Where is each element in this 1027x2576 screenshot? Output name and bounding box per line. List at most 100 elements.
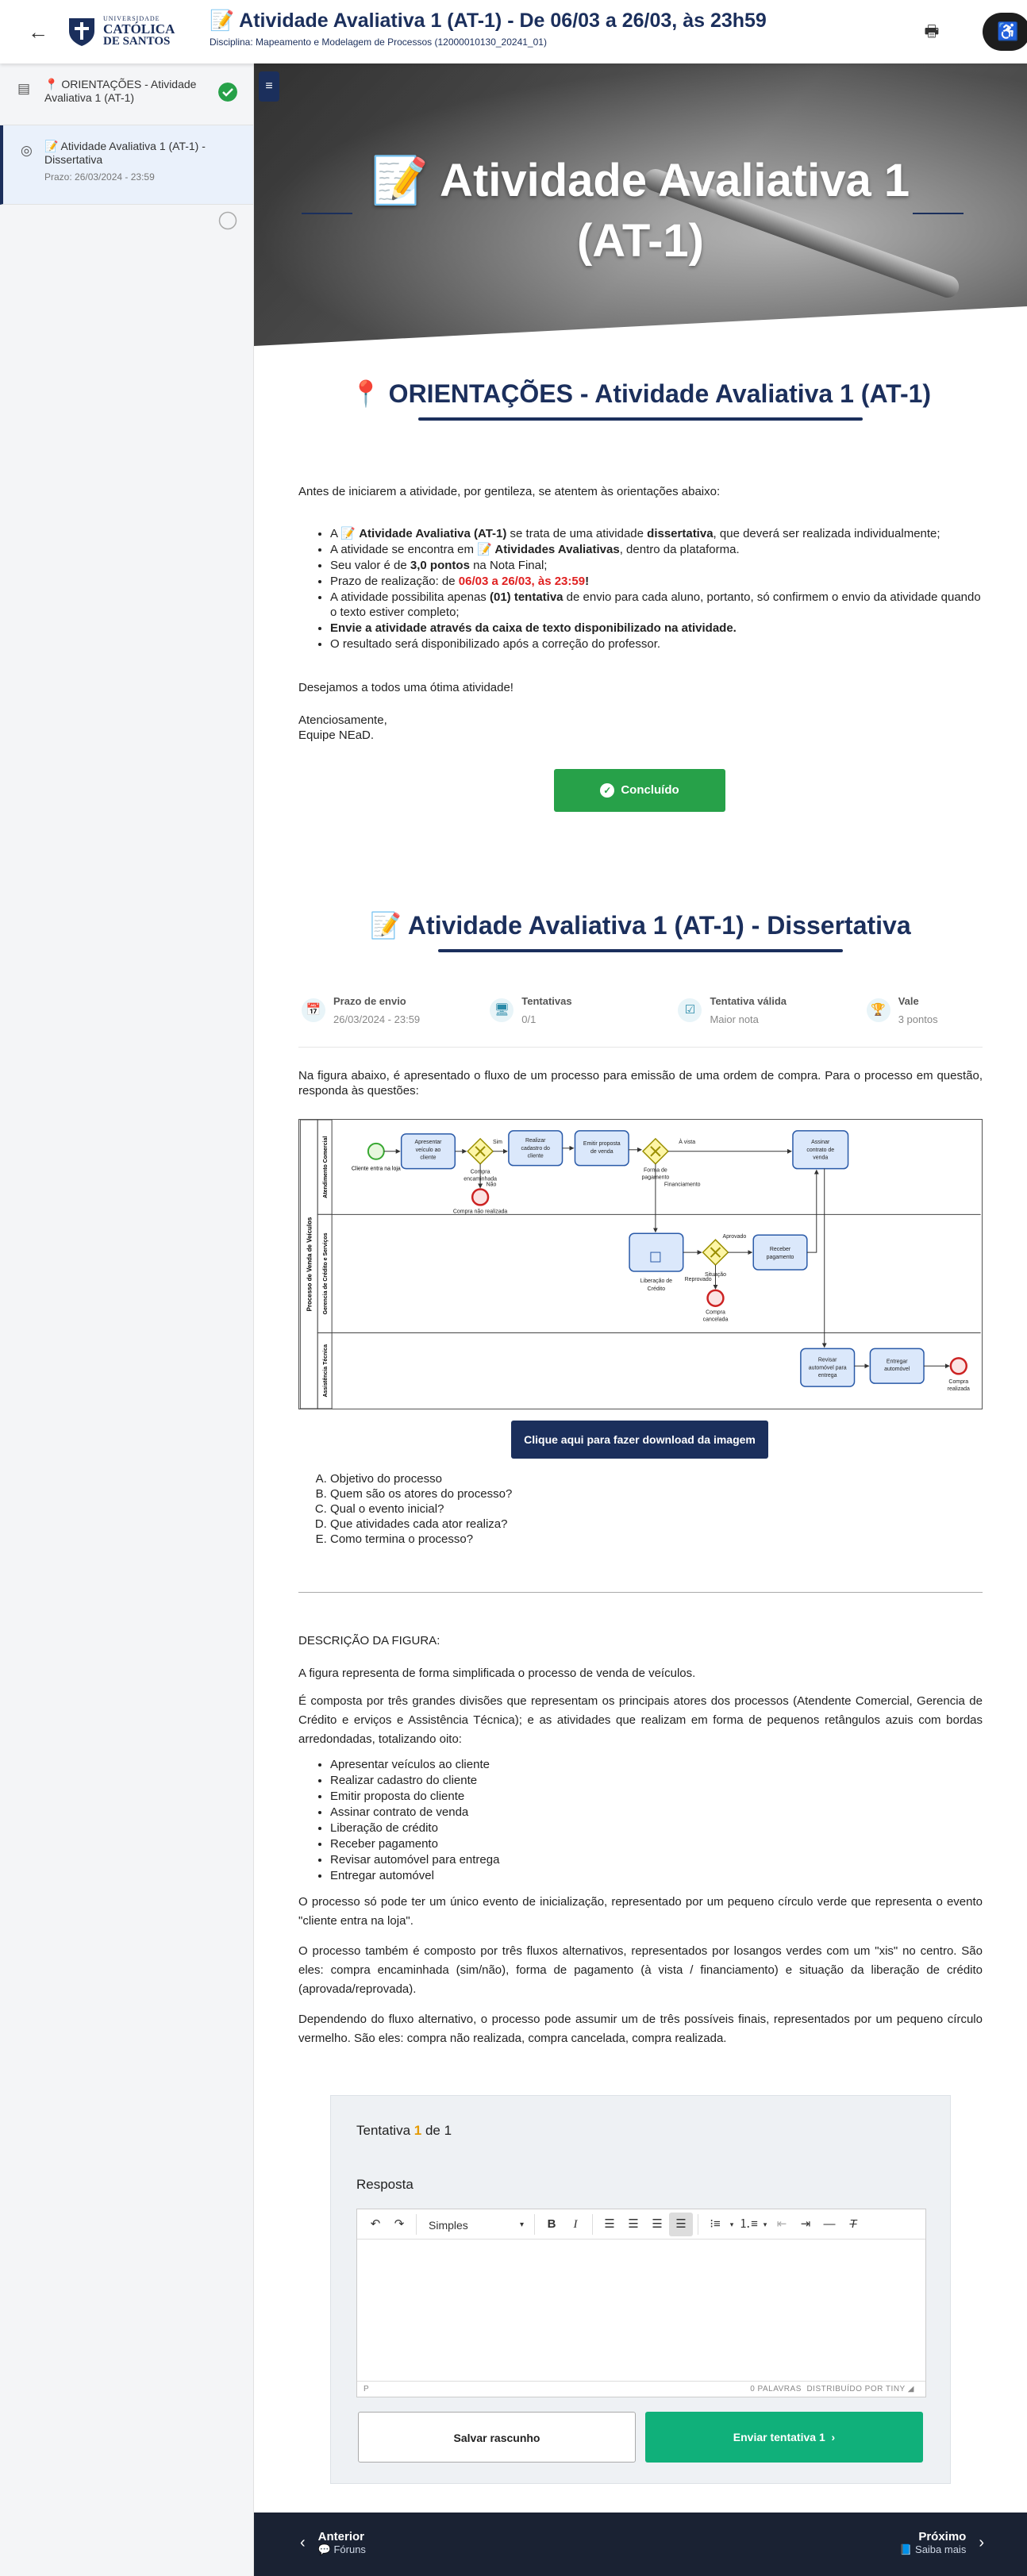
questions-list: Objetivo do processo Quem são os atores … <box>330 1471 512 1547</box>
bold-icon[interactable]: B <box>540 2213 564 2236</box>
closing-wish: Desejamos a todos uma ótima atividade! <box>298 681 514 694</box>
list-item: Que atividades cada ator realiza? <box>330 1517 512 1532</box>
sidebar: ▤ 📍 ORIENTAÇÕES - Atividade Avaliativa 1… <box>0 63 254 2576</box>
back-arrow-icon[interactable]: ← <box>22 17 54 46</box>
chevron-down-icon[interactable]: ▾ <box>727 2213 737 2236</box>
next-button[interactable]: Próximo 📘 Saiba mais › <box>899 2530 997 2556</box>
chevron-down-icon[interactable]: ▾ <box>760 2213 770 2236</box>
completed-check-icon <box>218 83 237 102</box>
hero-diagonal-cut <box>254 306 1027 346</box>
align-right-icon[interactable]: ☰ <box>645 2213 669 2236</box>
orientacoes-intro: Antes de iniciarem a atividade, por gent… <box>298 485 721 498</box>
response-textarea[interactable] <box>357 2240 925 2381</box>
numbered-list-icon[interactable]: ⒈≡ <box>737 2213 760 2236</box>
accessibility-icon[interactable]: ♿ <box>983 13 1027 51</box>
attempt-title: Tentativa 1 de 1 <box>356 2123 452 2138</box>
prev-subtitle: 💬 Fóruns <box>317 2543 366 2555</box>
bpmn-process-diagram[interactable]: Processo de Venda de Veículos Atendiment… <box>298 1119 983 1409</box>
meta-deadline: 📅 Prazo de envio 26/03/2024 - 23:59 <box>298 984 487 1047</box>
menu-toggle-button[interactable]: ≡ <box>259 71 279 102</box>
list-item: O resultado será disponibilizado após a … <box>330 636 983 652</box>
svg-text:Emitir proposta: Emitir proposta <box>583 1141 621 1147</box>
dissertativa-heading-block: 📝 Atividade Avaliativa 1 (AT-1) - Disser… <box>298 909 983 952</box>
path-indicator: P <box>363 2385 369 2393</box>
powered-by[interactable]: DISTRIBUÍDO POR TINY <box>806 2385 905 2393</box>
completed-button[interactable]: ✓ Concluído <box>554 769 725 812</box>
svg-text:Realizar: Realizar <box>525 1138 546 1144</box>
indent-icon[interactable]: ⇥ <box>794 2213 817 2236</box>
svg-text:pagamento: pagamento <box>767 1255 794 1260</box>
activities-list: Apresentar veículos ao cliente Realizar … <box>330 1757 983 1883</box>
closing-regards: Atenciosamente, <box>298 713 387 727</box>
activity-meta: 📅 Prazo de envio 26/03/2024 - 23:59 🖥 Tenta… <box>298 984 983 1048</box>
sidebar-item-dissertativa[interactable]: ◎ 📝 Atividade Avaliativa 1 (AT-1) - Diss… <box>0 125 253 230</box>
prev-title: Anterior <box>317 2530 365 2543</box>
end-event-cancelada <box>706 1289 725 1307</box>
printer-icon[interactable]: 🖶 <box>916 16 948 48</box>
description-paragraph: A figura representa de forma simplificad… <box>298 1667 696 1680</box>
orientacoes-heading-block: 📍 ORIENTAÇÕES - Atividade Avaliativa 1 (… <box>298 378 983 421</box>
italic-icon[interactable]: I <box>564 2213 587 2236</box>
word-count[interactable]: 0 PALAVRAS <box>750 2385 802 2393</box>
lane-label: Gerencia de Crédito e Serviços <box>323 1232 329 1314</box>
description-paragraph: O processo só pode ter um único evento d… <box>298 1895 983 1928</box>
list-item: Quem são os atores do processo? <box>330 1486 512 1501</box>
align-left-icon[interactable]: ☰ <box>598 2213 621 2236</box>
horizontal-line-icon[interactable]: — <box>817 2213 841 2236</box>
svg-text:automóvel para: automóvel para <box>809 1365 847 1371</box>
svg-text:de venda: de venda <box>590 1149 614 1155</box>
svg-text:Aprovado: Aprovado <box>722 1234 746 1240</box>
undo-icon[interactable]: ↶ <box>363 2213 387 2236</box>
svg-text:Receber: Receber <box>770 1247 791 1252</box>
meta-points: 🏆 Vale 3 pontos <box>864 984 983 1047</box>
attempt-panel: Tentativa 1 de 1 Resposta ↶ ↷ Simples ▾ B… <box>330 2095 951 2484</box>
svg-text:Crédito: Crédito <box>648 1286 666 1292</box>
clear-format-icon[interactable]: T <box>841 2213 865 2236</box>
end-event-nao-realizada <box>471 1188 490 1206</box>
format-select[interactable]: Simples ▾ <box>421 2212 529 2236</box>
list-item: Como termina o processo? <box>330 1532 512 1547</box>
pool-label: Processo de Venda de Veículos <box>306 1217 313 1311</box>
align-justify-icon[interactable]: ☰ <box>669 2212 693 2236</box>
svg-text:automóvel: automóvel <box>884 1367 910 1372</box>
list-item: Realizar cadastro do cliente <box>330 1773 983 1788</box>
svg-text:Compra: Compra <box>706 1310 725 1316</box>
send-attempt-button[interactable]: Enviar tentativa 1 › <box>645 2412 923 2463</box>
start-label: Cliente entra na loja <box>352 1167 401 1172</box>
end-event-realizada <box>949 1357 967 1375</box>
list-item: A 📝 Atividade Avaliativa (AT-1) se trata… <box>330 526 983 541</box>
save-draft-button[interactable]: Salvar rascunho <box>358 2412 636 2463</box>
editor-toolbar: ↶ ↷ Simples ▾ B I ☰ ☰ ☰ ☰ ⁝≡ ▾ ⒈≡ ▾ ⇤ ⇥ —… <box>357 2209 925 2240</box>
lane-label: Atendimento Comercial <box>323 1136 329 1198</box>
dissertativa-heading: 📝 Atividade Avaliativa 1 (AT-1) - Disser… <box>370 911 911 940</box>
editor-statusbar: P 0 PALAVRAS DISTRIBUÍDO POR TINY ◢ <box>357 2381 925 2397</box>
align-center-icon[interactable]: ☰ <box>621 2213 645 2236</box>
list-item: Qual o evento inicial? <box>330 1501 512 1517</box>
svg-text:Reprovado: Reprovado <box>685 1277 712 1282</box>
svg-text:cadastro do: cadastro do <box>521 1146 550 1152</box>
figure-description: DESCRIÇÃO DA FIGURA: A figura representa… <box>298 1633 983 2059</box>
download-image-button[interactable]: Clique aqui para fazer download da image… <box>511 1421 768 1459</box>
sidebar-item-label: 📝 Atividade Avaliativa 1 (AT-1) - Disser… <box>44 140 206 166</box>
previous-button[interactable]: ‹ Anterior 💬 Fóruns <box>287 2530 366 2556</box>
sidebar-item-orientacoes[interactable]: ▤ 📍 ORIENTAÇÕES - Atividade Avaliativa 1… <box>0 63 253 125</box>
outdent-icon[interactable]: ⇤ <box>770 2213 794 2236</box>
heading-underline <box>418 417 863 421</box>
redo-icon[interactable]: ↷ <box>387 2213 411 2236</box>
list-item: Receber pagamento <box>330 1836 983 1851</box>
svg-text:Revisar: Revisar <box>818 1357 837 1363</box>
meta-valid-attempt: ☑ Tentativa válida Maior nota <box>675 984 863 1047</box>
svg-text:contrato de: contrato de <box>806 1148 834 1153</box>
discipline-subtitle: Disciplina: Mapeamento e Modelagem de Pr… <box>210 37 547 48</box>
svg-text:À vista: À vista <box>679 1138 695 1145</box>
response-label: Resposta <box>356 2177 413 2192</box>
list-item: Prazo de realização: de 06/03 a 26/03, à… <box>330 574 983 589</box>
university-logo[interactable]: UNIVERSIDADE CATÓLICA DE SANTOS <box>67 14 175 49</box>
list-item: Revisar automóvel para entrega <box>330 1852 983 1867</box>
crest-icon <box>69 18 94 46</box>
bullet-list-icon[interactable]: ⁝≡ <box>703 2213 727 2236</box>
svg-text:Sim: Sim <box>493 1140 502 1145</box>
svg-text:Não: Não <box>487 1182 497 1188</box>
chevron-down-icon: ▾ <box>519 2220 524 2229</box>
orientacoes-heading: 📍 ORIENTAÇÕES - Atividade Avaliativa 1 (… <box>349 379 932 408</box>
